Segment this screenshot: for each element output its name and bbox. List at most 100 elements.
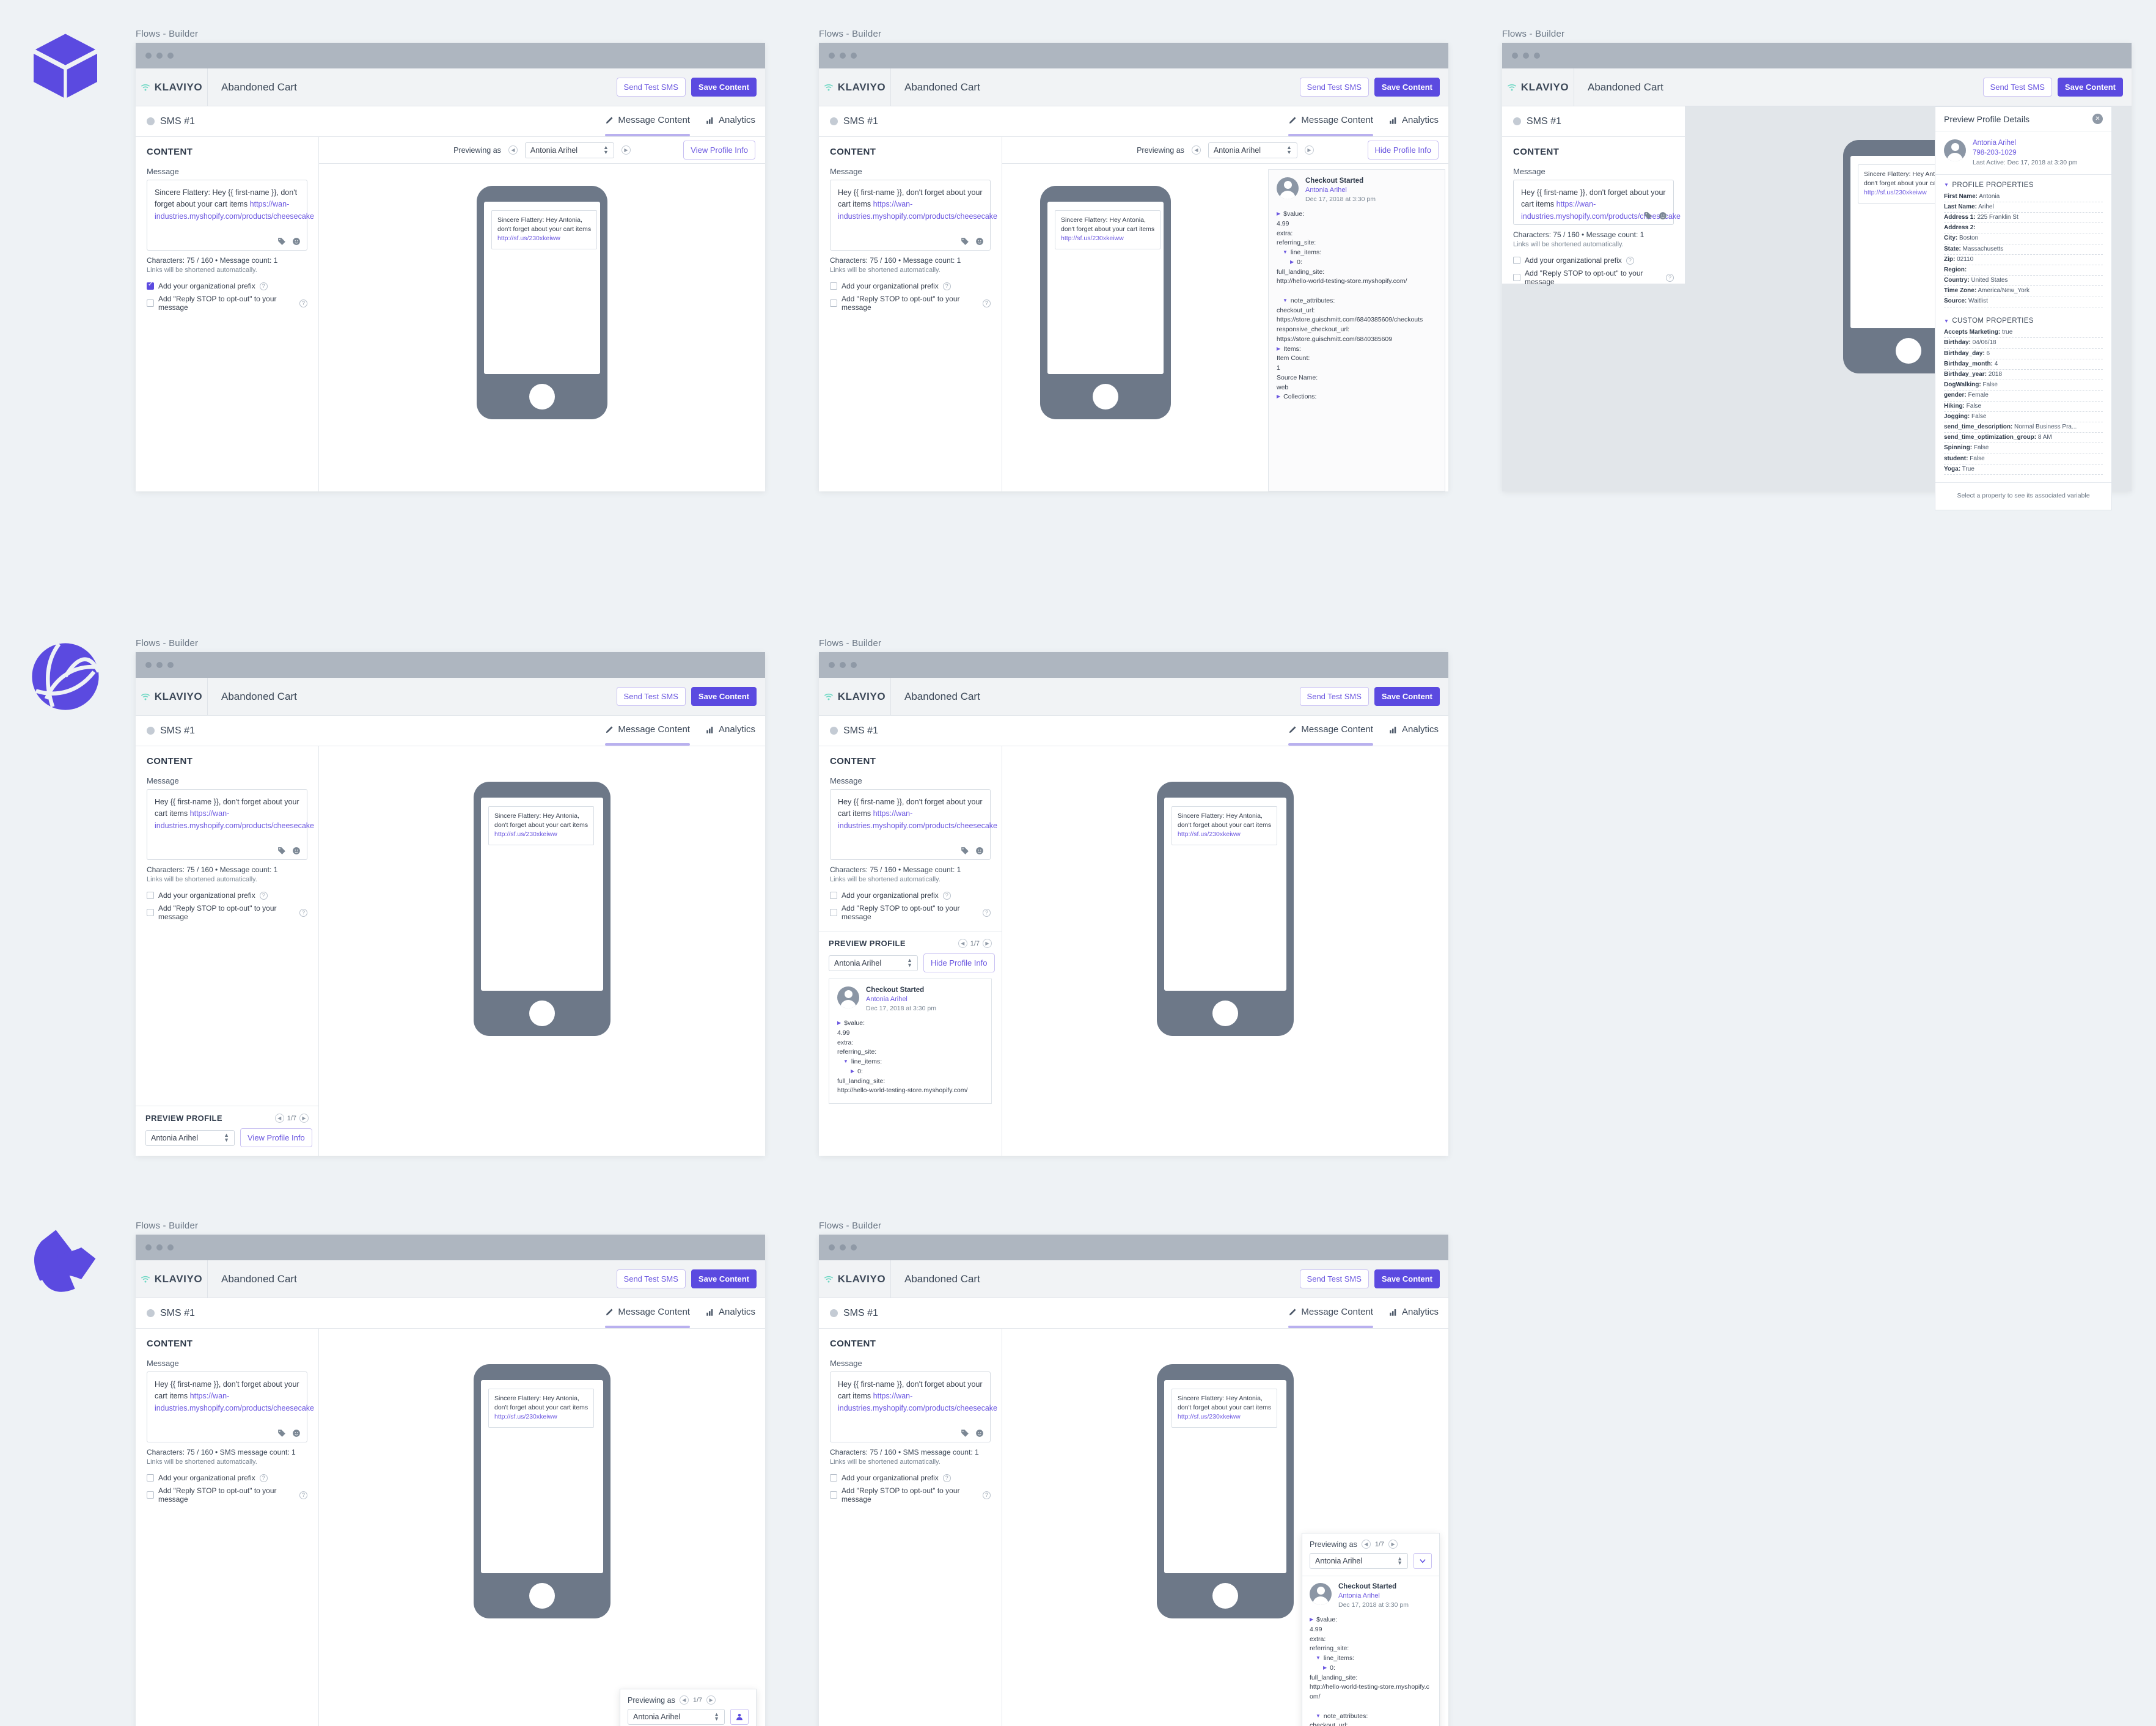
caret-right-icon[interactable]: ▶ xyxy=(1277,210,1280,218)
sms-step-chip[interactable]: SMS #1 xyxy=(1513,116,1561,127)
view-profile-info-button[interactable]: View Profile Info xyxy=(683,141,755,160)
hide-profile-info-button[interactable]: Hide Profile Info xyxy=(923,953,995,972)
next-profile-icon[interactable]: ▶ xyxy=(706,1695,716,1705)
emoji-icon[interactable] xyxy=(975,237,984,246)
property-row[interactable]: gender: Female xyxy=(1944,391,2103,402)
event-profile-link[interactable]: Antonia Arihel xyxy=(1338,1592,1409,1599)
send-test-sms-button[interactable]: Send Test SMS xyxy=(1299,687,1369,706)
help-icon[interactable]: ? xyxy=(1666,273,1674,282)
option-reply-stop[interactable]: Add "Reply STOP to opt-out" to your mess… xyxy=(147,1486,307,1504)
caret-down-icon[interactable]: ▼ xyxy=(843,1057,848,1066)
brand[interactable]: KLAVIYO xyxy=(136,68,208,106)
tab-analytics[interactable]: Analytics xyxy=(1389,106,1439,136)
close-icon[interactable]: ✕ xyxy=(2092,114,2103,124)
save-content-button[interactable]: Save Content xyxy=(1374,78,1440,97)
json-row[interactable]: ▶ 0: xyxy=(837,1067,983,1077)
collapse-profile-button[interactable] xyxy=(1414,1553,1432,1569)
tag-icon[interactable] xyxy=(961,237,969,246)
sms-bubble-link[interactable]: http://sf.us/230xkeiww xyxy=(1178,831,1241,838)
json-row[interactable]: ▶ 0: xyxy=(1310,1664,1432,1673)
option-org-prefix[interactable]: Add your organizational prefix ? xyxy=(147,891,307,900)
caret-right-icon[interactable]: ▶ xyxy=(1277,345,1280,353)
property-row[interactable]: Region: xyxy=(1944,265,2103,276)
save-content-button[interactable]: Save Content xyxy=(1374,687,1440,706)
brand[interactable]: KLAVIYO xyxy=(819,678,891,715)
send-test-sms-button[interactable]: Send Test SMS xyxy=(616,1269,686,1288)
property-row[interactable]: Birthday_month: 4 xyxy=(1944,359,2103,370)
checkbox-reply-stop[interactable] xyxy=(147,299,154,307)
sms-bubble-link[interactable]: http://sf.us/230xkeiww xyxy=(497,235,560,242)
send-test-sms-button[interactable]: Send Test SMS xyxy=(1982,78,2052,97)
checkbox-reply-stop[interactable] xyxy=(830,1491,837,1499)
help-icon[interactable]: ? xyxy=(299,299,307,307)
help-icon[interactable]: ? xyxy=(983,908,991,917)
sms-bubble-link[interactable]: http://sf.us/230xkeiww xyxy=(1864,189,1927,196)
caret-right-icon[interactable]: ▶ xyxy=(1277,392,1280,401)
tab-message-content[interactable]: Message Content xyxy=(1288,1298,1373,1328)
save-content-button[interactable]: Save Content xyxy=(691,1269,757,1288)
brand[interactable]: KLAVIYO xyxy=(819,1260,891,1298)
brand[interactable]: KLAVIYO xyxy=(1502,68,1574,106)
property-row[interactable]: Jogging: False xyxy=(1944,412,2103,422)
property-row[interactable]: Accepts Marketing: true xyxy=(1944,328,2103,339)
brand[interactable]: KLAVIYO xyxy=(819,68,891,106)
option-reply-stop[interactable]: Add "Reply STOP to opt-out" to your mess… xyxy=(830,295,991,312)
help-icon[interactable]: ? xyxy=(299,908,307,917)
profile-select[interactable]: Antonia Arihel ▲ ▼ xyxy=(829,955,918,971)
property-row[interactable]: Last Name: Arihel xyxy=(1944,202,2103,213)
event-profile-link[interactable]: Antonia Arihel xyxy=(1305,186,1376,194)
help-icon[interactable]: ? xyxy=(299,1491,307,1499)
property-row[interactable]: Birthday_day: 6 xyxy=(1944,349,2103,359)
tab-message-content[interactable]: Message Content xyxy=(605,1298,690,1328)
message-input[interactable]: Sincere Flattery: Hey {{ first-name }}, … xyxy=(147,180,314,251)
emoji-icon[interactable] xyxy=(292,237,301,246)
sms-bubble-link[interactable]: http://sf.us/230xkeiww xyxy=(494,831,557,838)
tab-analytics[interactable]: Analytics xyxy=(706,716,755,746)
tag-icon[interactable] xyxy=(961,1429,969,1438)
option-org-prefix[interactable]: Add your organizational prefix ? xyxy=(147,1474,307,1482)
checkbox-org-prefix[interactable] xyxy=(147,282,154,290)
send-test-sms-button[interactable]: Send Test SMS xyxy=(1299,78,1369,97)
property-row[interactable]: Country: United States xyxy=(1944,276,2103,287)
message-input[interactable]: Hey {{ first-name }}, don't forget about… xyxy=(830,1372,997,1442)
json-row[interactable]: ▶ Collections: xyxy=(1277,392,1437,402)
prev-profile-icon[interactable]: ◀ xyxy=(1191,145,1201,155)
message-input[interactable]: Hey {{ first-name }}, don't forget about… xyxy=(147,1372,314,1442)
option-org-prefix[interactable]: Add your organizational prefix ? xyxy=(830,891,991,900)
checkbox-org-prefix[interactable] xyxy=(830,282,837,290)
help-icon[interactable]: ? xyxy=(1626,256,1634,265)
property-row[interactable]: State: Massachusetts xyxy=(1944,244,2103,255)
checkbox-org-prefix[interactable] xyxy=(830,1474,837,1482)
property-row[interactable]: Birthday: 04/06/18 xyxy=(1944,338,2103,349)
option-org-prefix[interactable]: Add your organizational prefix ? xyxy=(1513,256,1674,265)
caret-right-icon[interactable]: ▶ xyxy=(1290,258,1294,266)
brand[interactable]: KLAVIYO xyxy=(136,1260,208,1298)
caret-right-icon[interactable]: ▶ xyxy=(837,1019,841,1027)
option-org-prefix[interactable]: Add your organizational prefix ? xyxy=(147,282,307,290)
tab-message-content[interactable]: Message Content xyxy=(605,106,690,136)
profile-select[interactable]: Antonia Arihel ▲ ▼ xyxy=(1208,142,1297,158)
property-row[interactable]: Hiking: False xyxy=(1944,402,2103,412)
option-reply-stop[interactable]: Add "Reply STOP to opt-out" to your mess… xyxy=(1513,269,1674,286)
tab-message-content[interactable]: Message Content xyxy=(1288,716,1373,746)
caret-down-icon[interactable]: ▼ xyxy=(1283,296,1288,305)
view-profile-info-button[interactable] xyxy=(730,1709,749,1725)
json-row[interactable]: ▶ $value: xyxy=(1277,210,1437,219)
tab-analytics[interactable]: Analytics xyxy=(706,106,755,136)
prev-profile-icon[interactable]: ◀ xyxy=(679,1695,689,1705)
tab-analytics[interactable]: Analytics xyxy=(1389,716,1439,746)
brand[interactable]: KLAVIYO xyxy=(136,678,208,715)
caret-right-icon[interactable]: ▶ xyxy=(1310,1615,1313,1624)
checkbox-reply-stop[interactable] xyxy=(147,909,154,916)
json-row[interactable]: ▶ $value: xyxy=(837,1019,983,1029)
hide-profile-info-button[interactable]: Hide Profile Info xyxy=(1367,141,1439,160)
caret-down-icon[interactable]: ▼ xyxy=(1316,1654,1321,1662)
sms-bubble-link[interactable]: http://sf.us/230xkeiww xyxy=(1178,1413,1241,1420)
property-row[interactable]: First Name: Antonia xyxy=(1944,192,2103,202)
prev-profile-icon[interactable]: ◀ xyxy=(508,145,518,155)
property-row[interactable]: Address 2: xyxy=(1944,223,2103,234)
tag-icon[interactable] xyxy=(277,846,286,855)
event-profile-link[interactable]: Antonia Arihel xyxy=(866,996,936,1003)
next-profile-icon[interactable]: ▶ xyxy=(1304,145,1314,155)
profile-select[interactable]: Antonia Arihel ▲ ▼ xyxy=(1310,1553,1408,1569)
